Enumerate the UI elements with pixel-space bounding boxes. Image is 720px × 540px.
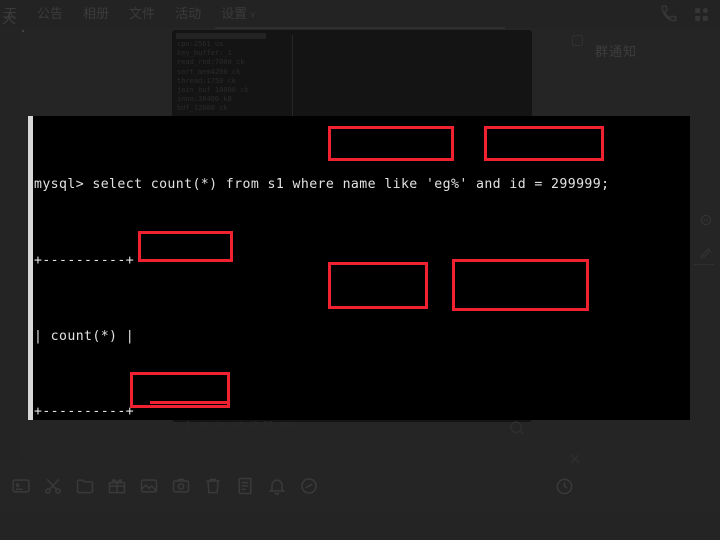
note-icon[interactable] xyxy=(234,475,256,497)
bubble-title-bar xyxy=(176,33,266,39)
edit-pencil-icon[interactable] xyxy=(698,245,714,261)
apps-grid-icon[interactable] xyxy=(688,1,714,27)
folder-icon[interactable] xyxy=(74,475,96,497)
search-icon[interactable] xyxy=(508,419,526,437)
terminal-line: +----------+ xyxy=(34,404,135,420)
left-gutter xyxy=(0,28,22,460)
bubble-code-text: cpu:2561 us key_buffer:_1 read_rnd:7000 … xyxy=(177,40,249,113)
annotation-stray-line xyxy=(150,401,230,404)
nav-item-album[interactable]: 相册 xyxy=(73,0,119,28)
nav-item-files[interactable]: 文件 xyxy=(119,0,165,28)
collapse-icon[interactable] xyxy=(698,212,714,228)
clock-history-icon[interactable] xyxy=(555,477,575,497)
group-notice-label[interactable]: 群通知 xyxy=(595,41,637,60)
screenshot-icon[interactable] xyxy=(170,475,192,497)
group-notice-icon xyxy=(572,35,583,46)
emoji-icon[interactable] xyxy=(10,475,32,497)
nav-item-settings[interactable]: 设置 ˅ xyxy=(211,0,265,29)
trash-icon[interactable] xyxy=(202,475,224,497)
phone-icon[interactable] xyxy=(656,1,682,27)
top-navigation-bar: 天 公告 相册 文件 活动 设置 ˅ xyxy=(0,0,720,28)
nav-item-activity[interactable]: 活动 xyxy=(165,0,211,28)
nav-item-settings-label: 设置 xyxy=(221,5,248,21)
scissors-icon[interactable] xyxy=(42,475,64,497)
terminal-output: mysql> select count(*) from s1 where nam… xyxy=(34,122,609,420)
mysql-terminal-window[interactable]: mysql> select count(*) from s1 where nam… xyxy=(28,116,690,420)
group-title-fragment: 天 xyxy=(2,10,17,26)
circle-minus-icon[interactable] xyxy=(298,475,320,497)
nav-item-announcement[interactable]: 公告 xyxy=(27,0,73,28)
message-input-area[interactable] xyxy=(0,512,720,540)
terminal-line: +----------+ xyxy=(34,253,135,268)
gift-icon[interactable] xyxy=(106,475,128,497)
terminal-line: | count(*) | xyxy=(34,328,135,344)
terminal-line: mysql> select count(*) from s1 where nam… xyxy=(34,177,610,193)
bubble-footer-text: 1 row in set (0.07 sec) xyxy=(186,420,297,429)
bell-icon[interactable] xyxy=(266,475,288,497)
terminal-scrollbar[interactable] xyxy=(28,116,33,420)
message-toolbar xyxy=(0,460,610,512)
nav-underline-divider xyxy=(215,27,505,29)
bubble-vertical-divider xyxy=(292,35,293,121)
image-icon[interactable] xyxy=(138,475,160,497)
chevron-down-icon: ˅ xyxy=(250,9,256,20)
rail-divider xyxy=(694,264,714,265)
